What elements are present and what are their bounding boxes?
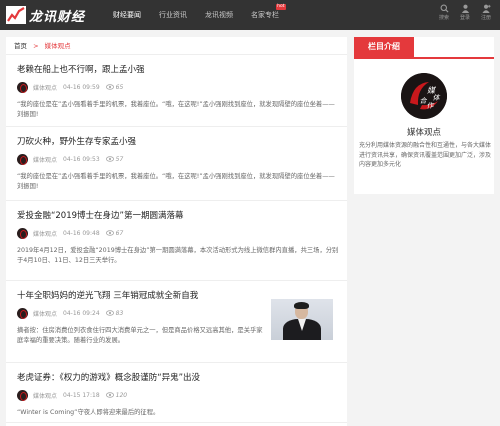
nav-item-video[interactable]: 龙讯视频 xyxy=(196,0,242,30)
column-intro-header: 栏目介绍 xyxy=(354,37,494,59)
article-item[interactable]: 十年全职妈妈的逆光飞翔 三年销冠成就全新自我 媒体观点 04-16 09:24 … xyxy=(6,281,347,363)
article-views: 65 xyxy=(115,83,124,91)
article-excerpt: “我的座位是在”孟小强看着手里的机票，我着座位。“哦，在这呢!”孟小强刚找到座位… xyxy=(17,101,335,118)
svg-text:体: 体 xyxy=(433,94,441,102)
hot-badge: hot xyxy=(275,4,286,10)
article-title[interactable]: 老赖在船上也不行啊，跟上孟小强 xyxy=(17,64,338,76)
register-button[interactable]: 注册 xyxy=(478,4,494,21)
eye-icon xyxy=(105,310,114,316)
logo-text: 龙讯财经 xyxy=(29,9,86,25)
column-logo: 媒 体 合 作 xyxy=(401,73,447,119)
login-label: 登录 xyxy=(459,15,470,21)
breadcrumb-current: 媒体观点 xyxy=(44,42,71,50)
article-meta: 媒体观点 04-16 09:53 57 xyxy=(17,153,338,165)
column-name: 媒体观点 xyxy=(406,128,441,138)
source-avatar xyxy=(17,307,28,319)
breadcrumb: 首页 > 媒体观点 xyxy=(6,37,347,55)
article-views: 67 xyxy=(115,229,124,237)
breadcrumb-separator: > xyxy=(33,42,39,50)
eye-icon xyxy=(105,84,114,90)
article-source[interactable]: 媒体观点 xyxy=(33,229,57,238)
article-excerpt: “Winter is Coming”守夜人即将迎来最后的征程。 xyxy=(17,409,160,416)
logo-chart-icon xyxy=(6,6,26,24)
article-item[interactable]: 老赖在船上也不行啊，跟上孟小强 媒体观点 04-16 09:59 65 “我的座… xyxy=(6,55,347,127)
site-logo[interactable]: 龙讯财经 xyxy=(6,5,85,25)
main-nav: 财经要闻 行业资讯 龙讯视频 名家专栏 hot xyxy=(104,0,288,30)
article-item[interactable]: 老虎证券：《权力的游戏》概念股谨防“异鬼”出没 媒体观点 04-15 17:18… xyxy=(6,363,347,423)
search-label: 搜索 xyxy=(438,15,449,21)
article-meta: 媒体观点 04-16 09:48 67 xyxy=(17,227,338,239)
article-title[interactable]: 刀砍火种，野外生存专家孟小强 xyxy=(17,136,338,148)
article-meta: 媒体观点 04-16 09:59 65 xyxy=(17,81,338,93)
article-source[interactable]: 媒体观点 xyxy=(33,391,57,400)
article-views: 120 xyxy=(115,391,128,399)
article-time: 04-16 09:48 xyxy=(63,229,100,237)
thumbnail-figure-hair xyxy=(294,302,309,309)
eye-icon xyxy=(105,392,114,398)
article-source[interactable]: 媒体观点 xyxy=(33,155,57,164)
nav-item-news[interactable]: 财经要闻 xyxy=(104,0,150,30)
breadcrumb-home[interactable]: 首页 xyxy=(14,42,27,50)
source-avatar xyxy=(17,227,28,239)
article-item[interactable]: 刀砍火种，野外生存专家孟小强 媒体观点 04-16 09:53 57 “我的座位… xyxy=(6,127,347,201)
svg-text:作: 作 xyxy=(427,102,435,110)
source-avatar xyxy=(17,389,28,401)
nav-item-columnists[interactable]: 名家专栏 hot xyxy=(242,0,288,30)
column-intro-panel: 栏目介绍 媒 体 合 作 媒体观点 充分利用媒体资源的融合性和互通性，与各大媒体… xyxy=(354,37,494,194)
login-button[interactable]: 登录 xyxy=(457,4,473,21)
article-time: 04-16 09:24 xyxy=(63,309,100,317)
eye-icon xyxy=(105,230,114,236)
source-avatar xyxy=(17,81,28,93)
register-icon xyxy=(481,4,491,13)
top-header: 龙讯财经 财经要闻 行业资讯 龙讯视频 名家专栏 hot 搜索 登录 注册 xyxy=(0,0,500,30)
article-views: 83 xyxy=(115,309,124,317)
article-time: 04-15 17:18 xyxy=(63,391,100,399)
article-item[interactable]: 爱投金融“2019博士在身边”第一期圆满落幕 媒体观点 04-16 09:48 … xyxy=(6,201,347,281)
search-button[interactable]: 搜索 xyxy=(436,4,452,21)
media-cooperation-logo-icon: 媒 体 合 作 xyxy=(401,73,447,119)
article-meta: 媒体观点 04-15 17:18 120 xyxy=(17,389,338,401)
nav-item-columnists-label: 名家专栏 xyxy=(251,11,279,19)
article-excerpt: 摘者按：住房消费位列衣食住行四大消费单元之一，但是商品价格又远高其他，是关乎家庭… xyxy=(17,327,263,344)
article-thumbnail[interactable] xyxy=(271,299,333,340)
nav-item-industry[interactable]: 行业资讯 xyxy=(150,0,196,30)
article-list-panel: 首页 > 媒体观点 老赖在船上也不行啊，跟上孟小强 媒体观点 04-16 09:… xyxy=(6,37,347,426)
column-intro-tab: 栏目介绍 xyxy=(354,37,414,57)
article-time: 04-16 09:53 xyxy=(63,155,100,163)
article-excerpt: 2019年4月12日，爱投金融“2019博士在身边”第一期圆满落幕，本次活动形式… xyxy=(17,247,339,264)
article-title[interactable]: 爱投金融“2019博士在身边”第一期圆满落幕 xyxy=(17,210,338,222)
user-icon xyxy=(461,4,469,13)
article-title[interactable]: 老虎证券：《权力的游戏》概念股谨防“异鬼”出没 xyxy=(17,372,338,384)
article-source[interactable]: 媒体观点 xyxy=(33,309,57,318)
user-tools: 搜索 登录 注册 xyxy=(436,4,494,21)
register-label: 注册 xyxy=(480,15,491,21)
article-excerpt: “我的座位是在”孟小强看着手里的机票，我着座位。“哦，在这呢!”孟小强刚找到座位… xyxy=(17,173,335,190)
article-views: 57 xyxy=(115,155,124,163)
eye-icon xyxy=(105,156,114,162)
article-time: 04-16 09:59 xyxy=(63,83,100,91)
article-source[interactable]: 媒体观点 xyxy=(33,83,57,92)
search-icon xyxy=(440,4,449,13)
column-description: 充分利用媒体资源的融合性和互通性，与各大媒体进行资讯共享，确保资讯覆盖范围更加广… xyxy=(359,142,492,168)
source-avatar xyxy=(17,153,28,165)
